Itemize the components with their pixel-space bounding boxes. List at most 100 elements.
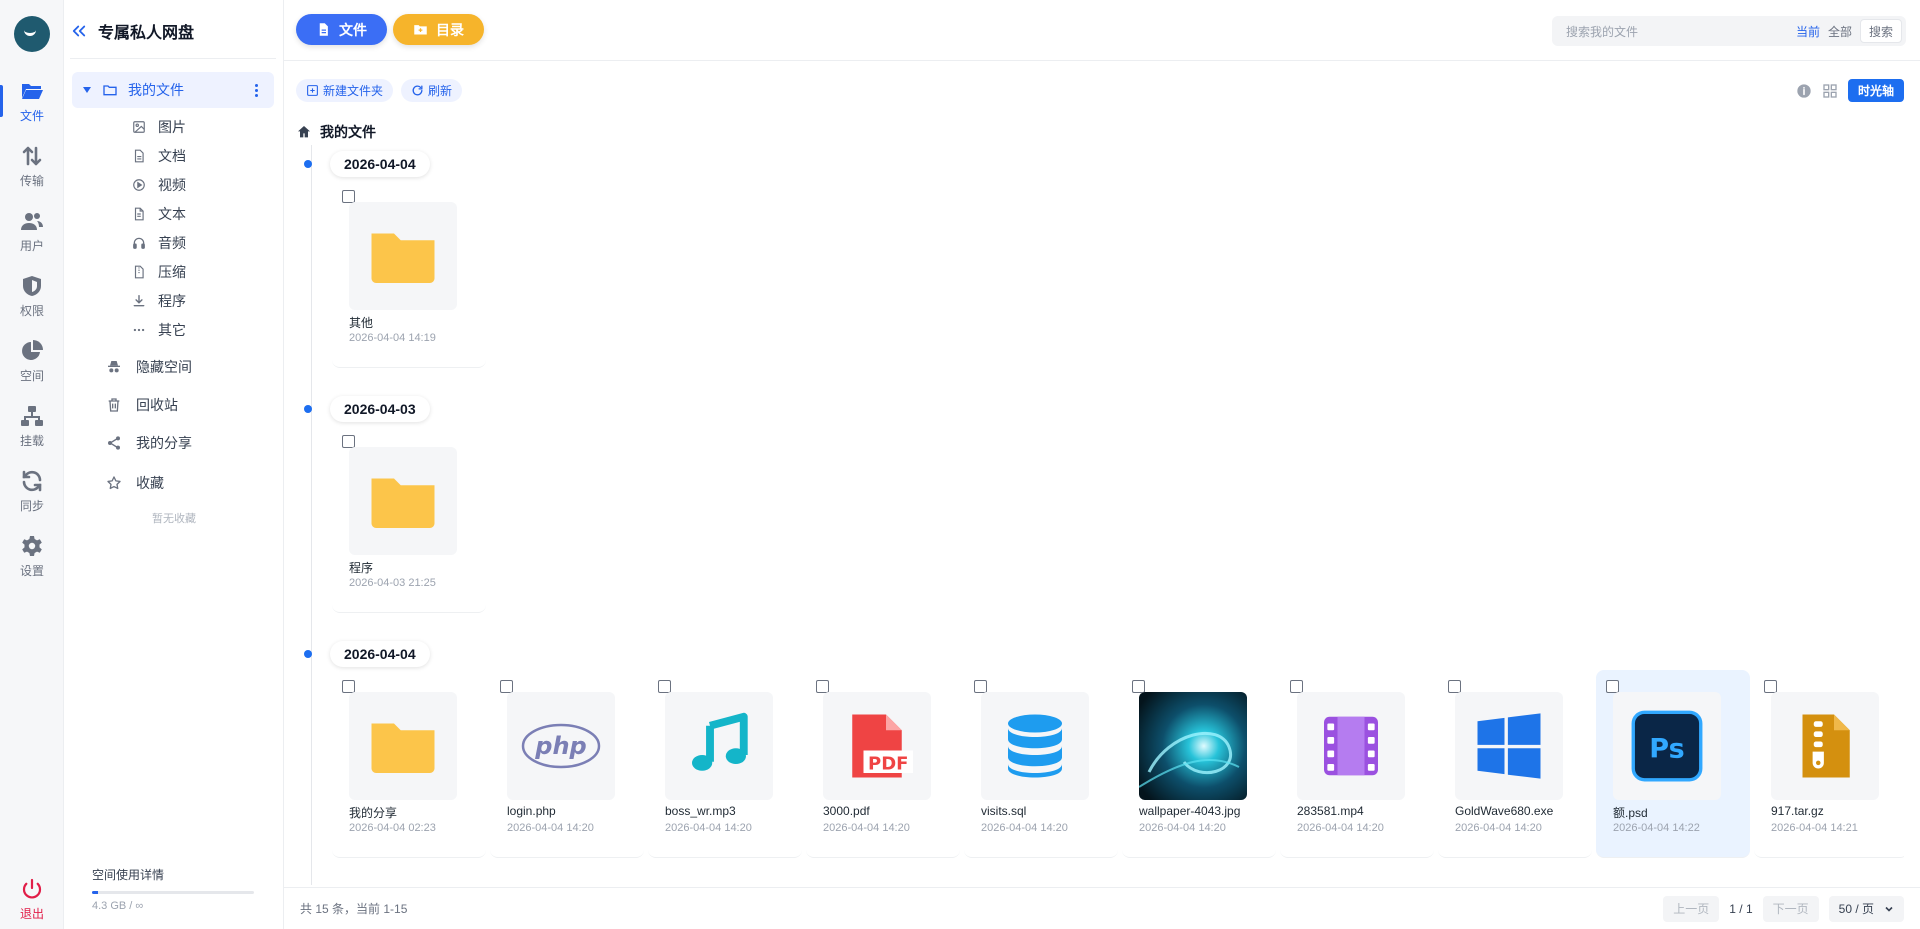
rail-item-6[interactable]: 同步 [0,461,64,521]
breadcrumb-root[interactable]: 我的文件 [320,122,376,142]
file-timeline: 2026-04-04 其他 2026-04-04 14:19 2026-04-03 程序… [296,145,1904,885]
file-thumbnail[interactable] [665,692,773,800]
file-time: 2026-04-03 21:25 [349,577,436,589]
sidebar-category-item[interactable]: 程序 [132,289,186,313]
file-card[interactable]: boss_wr.mp3 2026-04-04 14:20 [648,670,802,858]
new-folder-button[interactable]: 新建文件夹 [296,79,394,102]
timeline-date: 2026-04-04 [330,641,430,667]
file-card[interactable]: wallpaper-4043.jpg 2026-04-04 14:20 [1122,670,1276,858]
pagination-total: 共 15 条，当前 1-15 [300,902,408,916]
breadcrumb: 我的文件 [296,122,376,142]
file-card[interactable]: visits.sql 2026-04-04 14:20 [964,670,1118,858]
folder-icon [371,233,435,283]
file-thumbnail[interactable] [1771,692,1879,800]
logout-button[interactable]: 退出 [0,869,64,929]
sidebar-category-item[interactable]: 文本 [132,202,186,226]
sidebar-category-label: 视频 [158,177,186,193]
refresh-button[interactable]: 刷新 [401,79,463,102]
file-name: GoldWave680.exe [1455,804,1554,818]
file-card[interactable]: php login.php 2026-04-04 14:20 [490,670,644,858]
file-checkbox[interactable] [342,680,355,693]
sidebar-section-item[interactable]: 我的分享 [106,430,192,456]
sidebar-category-item[interactable]: 音频 [132,231,186,255]
caret-down-icon[interactable] [82,85,92,95]
rail-item-5[interactable]: 挂载 [0,396,64,456]
sidebar-section-item[interactable]: 收藏 [106,470,164,496]
sidebar-category-item[interactable]: 其它 [132,318,186,342]
file-thumbnail[interactable] [1455,692,1563,800]
search-input[interactable]: 搜索我的文件 [1552,23,1796,40]
php-icon: php [521,723,601,769]
more-menu-icon[interactable] [246,83,266,97]
file-thumbnail[interactable]: Ps [1613,692,1721,800]
page-size-select[interactable]: 50 / 页 [1828,895,1904,922]
file-card[interactable]: GoldWave680.exe 2026-04-04 14:20 [1438,670,1592,858]
file-thumbnail[interactable]: php [507,692,615,800]
search-scope-current[interactable]: 当前 [1796,23,1820,40]
sidebar-category-item[interactable]: 视频 [132,173,186,197]
file-checkbox[interactable] [1290,680,1303,693]
rail-item-label: 传输 [19,173,44,188]
sidebar-category-label: 音频 [158,235,186,251]
file-checkbox[interactable] [1132,680,1145,693]
info-icon[interactable] [1796,83,1812,99]
storage-usage[interactable]: 空间使用详情 4.3 GB / ∞ [92,866,262,912]
file-checkbox[interactable] [1448,680,1461,693]
file-card[interactable]: 我的分享 2026-04-04 02:23 [332,670,486,858]
file-checkbox[interactable] [1606,680,1619,693]
rail-item-4[interactable]: 空间 [0,331,64,391]
collapse-icon[interactable] [70,22,88,40]
trash-icon [108,398,120,412]
file-card[interactable]: 283581.mp4 2026-04-04 14:20 [1280,670,1434,858]
file-thumbnail[interactable] [349,692,457,800]
timeline-button[interactable]: 时光轴 [1847,79,1904,102]
refresh-label: 刷新 [428,84,453,98]
rail-item-7[interactable]: 设置 [0,526,64,586]
file-thumbnail[interactable]: PDF [823,692,931,800]
timeline-group-header: 2026-04-04 [304,641,430,667]
file-checkbox[interactable] [500,680,513,693]
sidebar-category-item[interactable]: 压缩 [132,260,186,284]
file-checkbox[interactable] [342,190,355,203]
file-thumbnail[interactable] [981,692,1089,800]
file-checkbox[interactable] [816,680,829,693]
file-checkbox[interactable] [974,680,987,693]
plus-square-icon [307,85,318,96]
rail-item-0[interactable]: 文件 [0,71,64,131]
gear-icon [22,535,42,556]
directory-button[interactable]: 目录 [393,14,484,45]
sidebar-section-item[interactable]: 隐藏空间 [106,354,192,380]
file-card[interactable]: 程序 2026-04-03 21:25 [332,425,486,613]
music-note-icon [692,712,748,771]
sidebar-category-label: 压缩 [158,264,186,280]
files-button[interactable]: 文件 [296,14,387,45]
grid-view-icon[interactable] [1822,83,1838,99]
rail-item-2[interactable]: 用户 [0,201,64,261]
file-checkbox[interactable] [342,435,355,448]
file-thumbnail[interactable] [349,202,457,310]
file-thumbnail[interactable] [1297,692,1405,800]
file-card[interactable]: PDF 3000.pdf 2026-04-04 14:20 [806,670,960,858]
sidebar-category-item[interactable]: 文档 [132,144,186,168]
file-card[interactable]: 917.tar.gz 2026-04-04 14:21 [1754,670,1904,858]
file-thumbnail[interactable] [1139,692,1247,800]
next-page-button[interactable]: 下一页 [1762,895,1819,922]
search-box: 搜索我的文件 当前 全部 搜索 [1552,16,1906,46]
file-time: 2026-04-04 14:20 [1139,822,1226,834]
file-card[interactable]: 其他 2026-04-04 14:19 [332,180,486,368]
search-button[interactable]: 搜索 [1859,19,1902,43]
rail-item-1[interactable]: 传输 [0,136,64,196]
prev-page-button[interactable]: 上一页 [1663,895,1720,922]
file-toolbar: 新建文件夹 刷新 [296,79,463,103]
file-checkbox[interactable] [1764,680,1777,693]
sidebar-section-item[interactable]: 回收站 [106,392,178,418]
home-icon[interactable] [296,124,312,140]
storage-usage-label: 空间使用详情 [92,868,165,882]
search-scope-all[interactable]: 全部 [1828,23,1852,40]
file-card[interactable]: Ps 额.psd 2026-04-04 14:22 [1596,670,1750,858]
sidebar-category-item[interactable]: 图片 [132,115,186,139]
sidebar-item-my-files[interactable]: 我的文件 [72,72,274,108]
rail-item-3[interactable]: 权限 [0,266,64,326]
file-thumbnail[interactable] [349,447,457,555]
file-checkbox[interactable] [658,680,671,693]
